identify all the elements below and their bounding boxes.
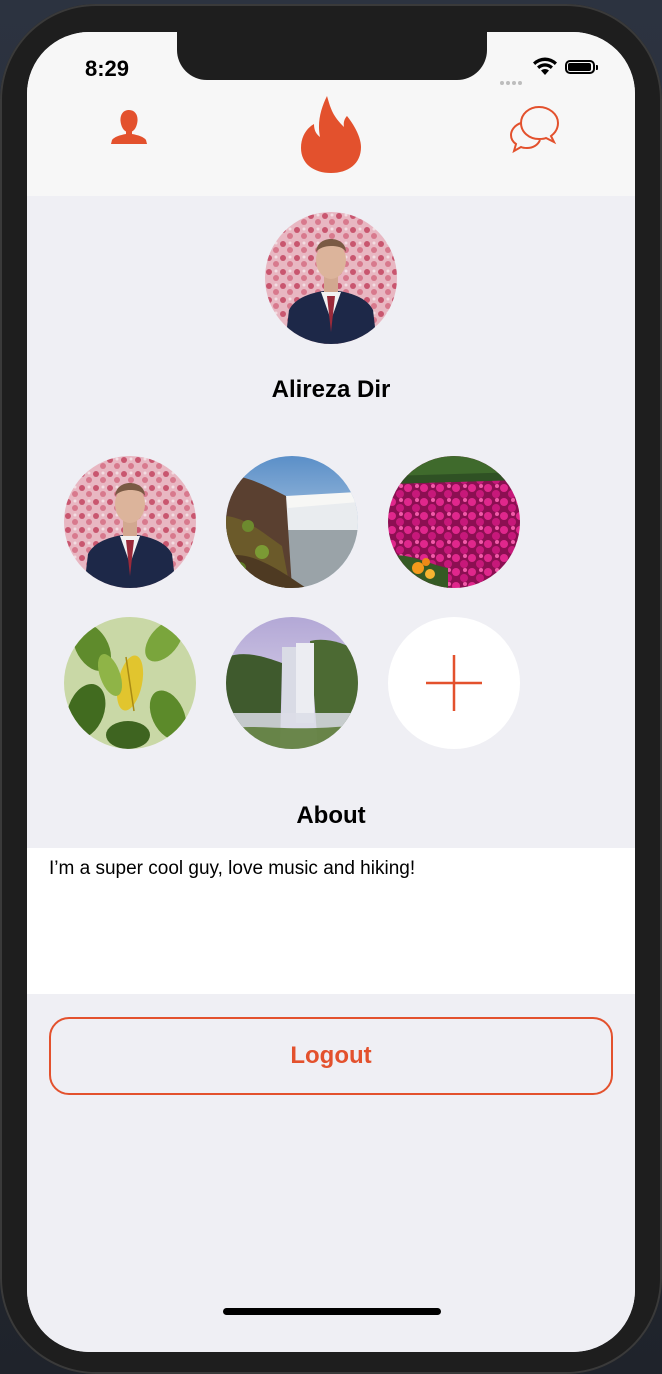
profile-icon[interactable] bbox=[109, 108, 149, 148]
about-text: I’m a super cool guy, love music and hik… bbox=[49, 858, 416, 879]
about-heading: About bbox=[296, 802, 366, 829]
plus-icon bbox=[426, 655, 482, 711]
photo-pink-flowers[interactable] bbox=[388, 456, 520, 588]
about-textbox[interactable]: I’m a super cool guy, love music and hik… bbox=[27, 848, 635, 994]
home-indicator bbox=[223, 1308, 441, 1315]
avatar[interactable] bbox=[265, 212, 397, 344]
profile-content: Alireza Dir About I’m a super cool guy, … bbox=[27, 196, 635, 1352]
chat-bubbles-icon[interactable] bbox=[509, 104, 561, 154]
wifi-icon bbox=[532, 57, 558, 77]
flame-icon[interactable] bbox=[299, 94, 363, 174]
battery-icon bbox=[565, 60, 598, 74]
phone-frame: 8:29 Alireza Dir About I’m a super cool … bbox=[0, 4, 662, 1374]
status-time: 8:29 bbox=[85, 56, 130, 81]
add-photo-button[interactable] bbox=[388, 617, 520, 749]
nav-bar bbox=[27, 92, 635, 196]
app-screen: 8:29 Alireza Dir About I’m a super cool … bbox=[27, 32, 635, 1352]
device-notch bbox=[177, 32, 487, 80]
user-name: Alireza Dir bbox=[271, 376, 391, 403]
cellular-signal-icon bbox=[500, 72, 524, 90]
photo-leaves[interactable] bbox=[64, 617, 196, 749]
photo-portrait[interactable] bbox=[64, 456, 196, 588]
photo-waterfall-mist[interactable] bbox=[226, 617, 358, 749]
photo-waterfall-cliffs[interactable] bbox=[226, 456, 358, 588]
logout-button[interactable]: Logout bbox=[49, 1017, 613, 1095]
